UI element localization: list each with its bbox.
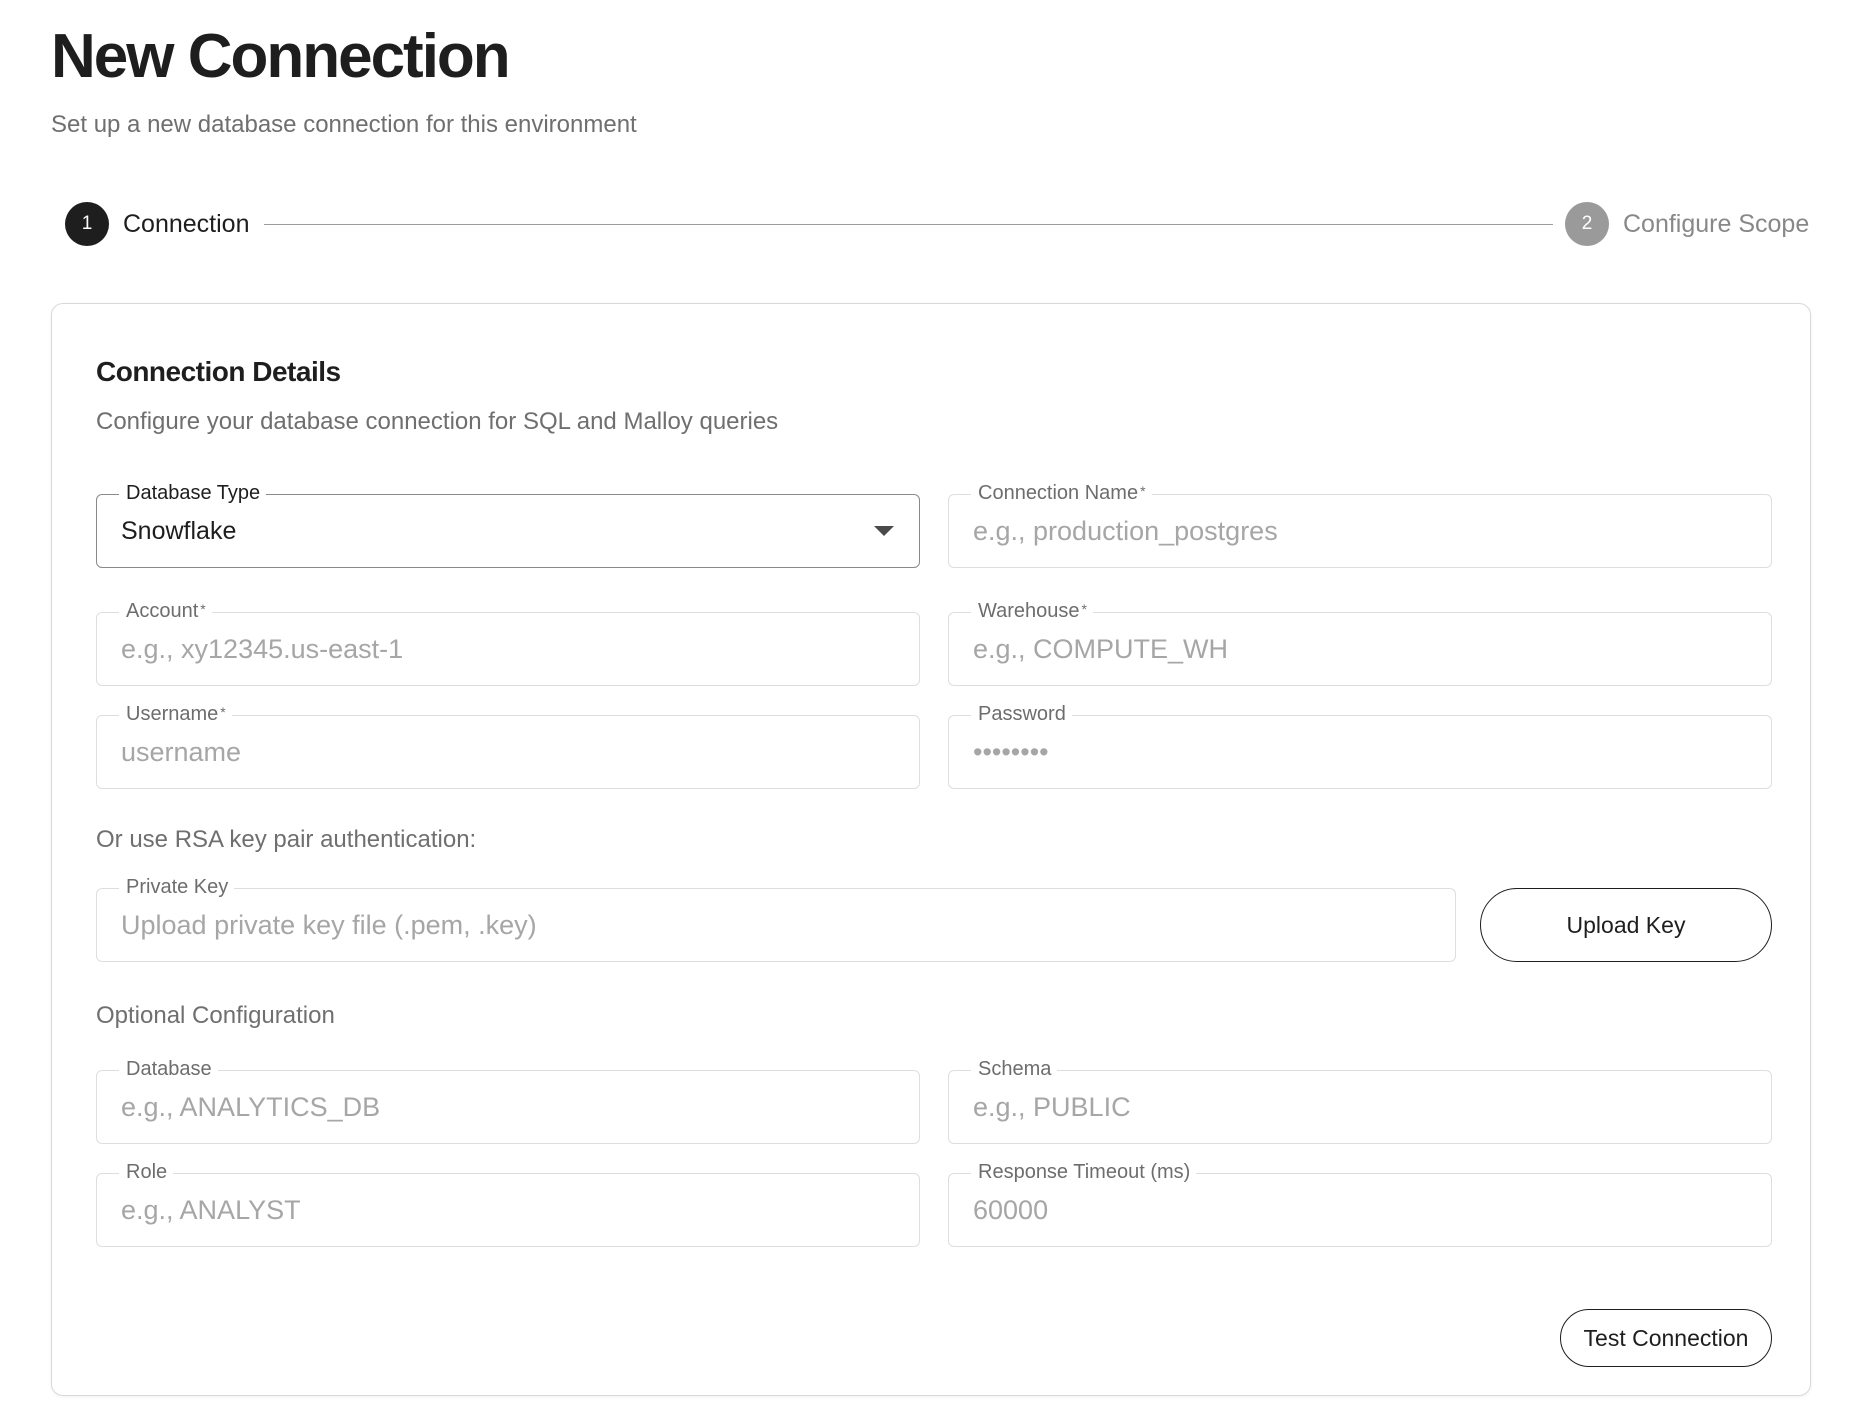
- schema-field[interactable]: Schema: [948, 1057, 1772, 1144]
- role-input[interactable]: [121, 1174, 895, 1246]
- stepper: 1 Connection 2 Configure Scope: [65, 202, 1809, 248]
- password-input[interactable]: [973, 716, 1747, 788]
- schema-input[interactable]: [973, 1071, 1747, 1143]
- database-type-value: Snowflake: [121, 517, 237, 545]
- username-field[interactable]: Username *: [96, 702, 920, 789]
- connection-name-input[interactable]: [973, 495, 1747, 567]
- username-input[interactable]: [121, 716, 895, 788]
- connection-name-field[interactable]: Connection Name *: [948, 481, 1772, 568]
- step-1-number-badge: 1: [65, 202, 109, 246]
- test-connection-button[interactable]: Test Connection: [1560, 1309, 1772, 1367]
- optional-configuration-heading: Optional Configuration: [96, 1002, 335, 1029]
- page-title: New Connection: [51, 22, 511, 91]
- database-input[interactable]: [121, 1071, 895, 1143]
- page-subtitle: Set up a new database connection for thi…: [51, 111, 637, 138]
- connection-details-card: Connection Details Configure your databa…: [51, 303, 1811, 1396]
- card-title: Connection Details: [96, 356, 341, 387]
- password-field[interactable]: Password: [948, 702, 1772, 789]
- account-field[interactable]: Account *: [96, 599, 920, 686]
- role-field[interactable]: Role: [96, 1160, 920, 1247]
- warehouse-input[interactable]: [973, 613, 1747, 685]
- response-timeout-input[interactable]: [973, 1174, 1747, 1246]
- step-1-label: Connection: [123, 210, 250, 238]
- database-type-select[interactable]: Database Type Snowflake: [96, 481, 920, 568]
- account-input[interactable]: [121, 613, 895, 685]
- database-field[interactable]: Database: [96, 1057, 920, 1144]
- warehouse-field[interactable]: Warehouse *: [948, 599, 1772, 686]
- rsa-auth-heading: Or use RSA key pair authentication:: [96, 826, 477, 853]
- response-timeout-field[interactable]: Response Timeout (ms): [948, 1160, 1772, 1247]
- stepper-connector-line: [264, 224, 1553, 225]
- upload-key-button[interactable]: Upload Key: [1480, 888, 1772, 962]
- step-2-label: Configure Scope: [1623, 210, 1810, 238]
- step-2-number-badge: 2: [1565, 202, 1609, 246]
- private-key-input[interactable]: [121, 889, 1431, 961]
- private-key-field[interactable]: Private Key: [96, 875, 1456, 962]
- card-subtitle: Configure your database connection for S…: [96, 408, 779, 435]
- chevron-down-icon[interactable]: [874, 526, 894, 536]
